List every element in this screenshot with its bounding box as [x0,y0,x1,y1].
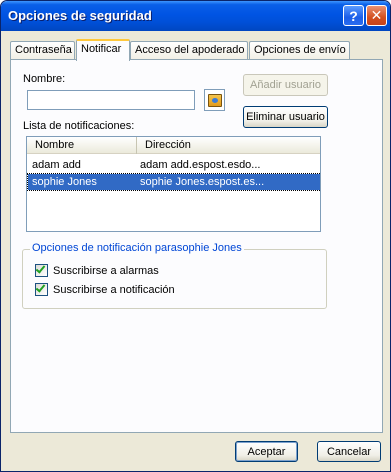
subscribe-notification-label[interactable]: Suscribirse a notificación [53,284,175,296]
tab-proxy-access[interactable]: Acceso del apoderado [130,41,248,60]
check-icon [35,263,46,274]
name-input[interactable] [27,90,195,110]
notify-panel: Nombre: Añadir usuario Eliminar usuario … [10,59,383,433]
row-name: adam add [32,159,81,171]
row-address: adam add.espost.esdo... [140,159,261,171]
tab-notify-label: Notificar [81,43,122,55]
subscribe-alarms-label[interactable]: Suscribirse a alarmas [53,265,159,277]
title-bar[interactable]: Opciones de seguridad ? ✕ [1,1,390,31]
address-book-button[interactable] [204,89,225,111]
row-name: sophie Jones [32,176,97,188]
remove-user-label: Eliminar usuario [246,111,325,123]
tab-send-options-label: Opciones de envío [254,44,346,56]
accept-button[interactable]: Aceptar [235,441,298,462]
security-options-dialog: Opciones de seguridad ? ✕ Contraseña Not… [0,0,391,472]
cancel-button[interactable]: Cancelar [317,441,381,462]
tab-password[interactable]: Contraseña [10,41,75,60]
tab-proxy-access-label: Acceso del apoderado [135,44,245,56]
tab-strip: Contraseña Notificar Acceso del apoderad… [10,39,382,61]
close-icon: ✕ [370,7,383,23]
column-header-name[interactable]: Nombre [27,137,137,154]
help-icon: ? [349,7,358,24]
add-user-label: Añadir usuario [250,79,321,91]
check-icon [35,282,46,293]
subscribe-notification-checkbox[interactable] [35,282,48,296]
notification-options-title: Opciones de notificación parasophie Jone… [30,242,244,254]
tab-password-label: Contraseña [15,44,72,56]
list-row[interactable]: adam add adam add.espost.esdo... [28,157,320,173]
column-header-address[interactable]: Dirección [137,137,320,154]
row-address: sophie Jones.espost.es... [140,176,265,188]
notification-list[interactable]: Nombre Dirección adam add adam add.espos… [26,136,321,232]
notification-list-label: Lista de notificaciones: [23,120,135,132]
subscribe-alarms-checkbox[interactable] [35,263,48,277]
accept-label: Aceptar [247,445,286,458]
help-button[interactable]: ? [343,5,364,26]
list-header: Nombre Dirección [27,137,320,154]
address-book-icon [207,93,222,107]
list-row-selected[interactable]: sophie Jones sophie Jones.espost.es... [27,173,320,191]
window-title: Opciones de seguridad [8,8,152,23]
tab-notify[interactable]: Notificar [76,39,130,61]
tab-send-options[interactable]: Opciones de envío [249,41,350,60]
cancel-label: Cancelar [326,445,372,458]
notification-options-group [22,249,327,309]
add-user-button[interactable]: Añadir usuario [243,74,328,96]
remove-user-button[interactable]: Eliminar usuario [243,106,328,128]
close-button[interactable]: ✕ [366,5,387,26]
name-label: Nombre: [23,73,66,85]
